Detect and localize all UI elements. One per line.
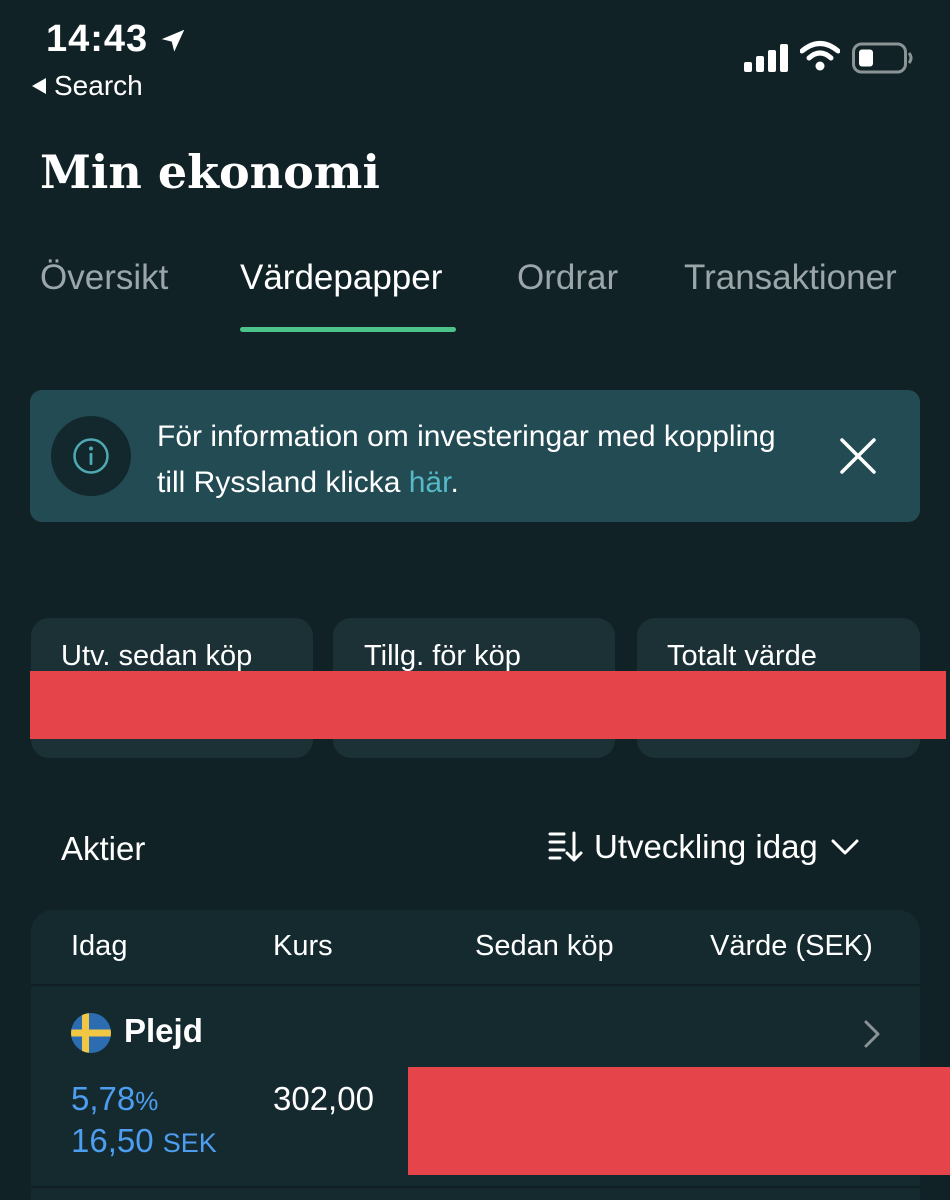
divider xyxy=(31,1186,920,1188)
sort-dropdown[interactable]: Utveckling idag xyxy=(548,828,862,866)
back-arrow-icon xyxy=(32,78,46,94)
tab-transaktioner[interactable]: Transaktioner xyxy=(684,258,897,298)
holding-name[interactable]: Plejd xyxy=(124,1012,203,1050)
section-title: Aktier xyxy=(61,830,146,867)
active-tab-indicator xyxy=(240,327,456,332)
today-change-percent: 5,78% xyxy=(71,1080,159,1117)
chevron-down-icon xyxy=(831,839,859,855)
close-icon xyxy=(840,438,876,474)
column-header-today[interactable]: Idag xyxy=(71,930,127,963)
wifi-icon xyxy=(800,41,840,71)
column-header-price[interactable]: Kurs xyxy=(273,930,333,963)
sort-label: Utveckling idag xyxy=(594,828,818,865)
today-change-amount: 16,50 SEK xyxy=(71,1122,217,1159)
summary-card-label: Tillg. för köp xyxy=(364,640,521,672)
close-banner-button[interactable] xyxy=(834,432,882,480)
sweden-flag-icon xyxy=(71,1013,111,1053)
column-header-since-purchase[interactable]: Sedan köp xyxy=(475,930,614,963)
location-arrow-icon xyxy=(161,29,185,52)
chevron-right-icon[interactable] xyxy=(860,1018,884,1050)
cellular-signal-icon xyxy=(744,44,788,72)
redaction-bar xyxy=(30,671,946,739)
back-label: Search xyxy=(54,70,143,101)
divider xyxy=(31,984,920,986)
page-title: Min ekonomi xyxy=(40,145,380,199)
info-banner-text: För information om investeringar med kop… xyxy=(157,420,776,499)
summary-card-label: Totalt värde xyxy=(667,640,817,672)
summary-card-label: Utv. sedan köp xyxy=(61,640,253,672)
column-header-value[interactable]: Värde (SEK) xyxy=(710,930,873,963)
redaction-bar xyxy=(408,1067,950,1175)
tab-vardepapper[interactable]: Värdepapper xyxy=(240,258,442,298)
battery-icon xyxy=(852,42,913,74)
russia-info-link[interactable]: här xyxy=(409,466,451,499)
tab-oversikt[interactable]: Översikt xyxy=(40,258,168,298)
tab-ordrar[interactable]: Ordrar xyxy=(517,258,618,298)
holding-price: 302,00 xyxy=(273,1080,374,1117)
sort-icon xyxy=(548,831,583,862)
info-icon xyxy=(51,416,131,496)
back-to-search-button[interactable]: Search xyxy=(32,70,143,102)
status-time: 14:43 xyxy=(46,18,149,60)
